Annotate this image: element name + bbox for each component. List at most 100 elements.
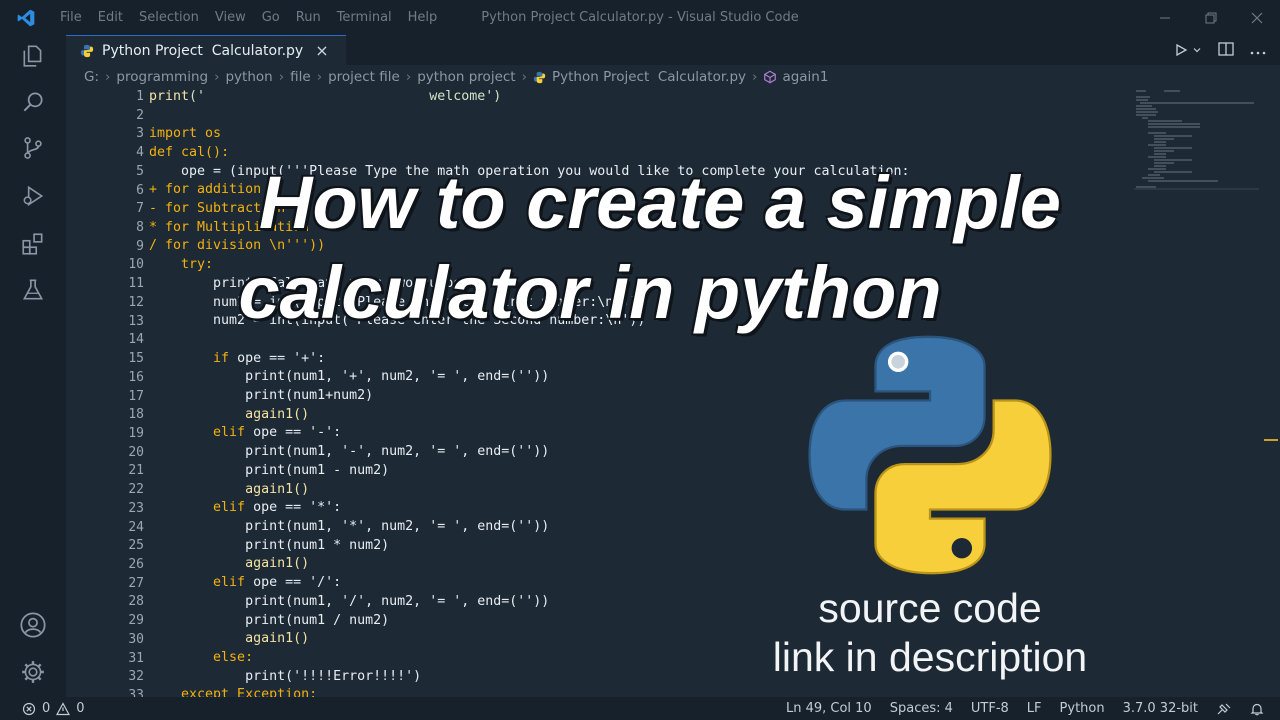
settings-gear-icon[interactable] <box>18 657 48 687</box>
line-number: 21 <box>128 463 144 479</box>
code-line: elif ope == '-': <box>149 425 342 440</box>
testing-icon[interactable] <box>18 275 48 305</box>
code-line: print(num1, '+', num2, '= ', end=('')) <box>149 369 550 384</box>
minimize-button[interactable] <box>1142 0 1188 35</box>
code-line: again1() <box>149 556 310 571</box>
line-number: 32 <box>128 669 144 685</box>
line-number: 19 <box>128 425 144 441</box>
account-icon[interactable] <box>18 610 48 640</box>
source-control-icon[interactable] <box>18 133 48 163</box>
code-line: elif ope == '*': <box>149 500 342 515</box>
line-number: 3 <box>136 126 144 142</box>
scrollbar-marker <box>1264 439 1278 441</box>
title-bar: File Edit Selection View Go Run Terminal… <box>0 0 1280 35</box>
indentation[interactable]: Spaces: 4 <box>890 701 953 716</box>
line-number: 1 <box>136 89 144 104</box>
code-line: except Exception: <box>149 687 318 697</box>
close-window-button[interactable] <box>1234 0 1280 35</box>
warning-count: 0 <box>76 701 85 716</box>
status-bar: 0 0 Ln 49, Col 10 Spaces: 4 UTF-8 LF Pyt… <box>0 697 1280 720</box>
menu-terminal[interactable]: Terminal <box>329 10 400 25</box>
minimize-icon <box>1160 17 1170 18</box>
end-of-line[interactable]: LF <box>1027 701 1042 716</box>
overlay-title-line2: calculator in python <box>238 251 942 334</box>
line-number: 33 <box>128 688 144 697</box>
symbol-method-icon <box>764 70 777 84</box>
search-icon[interactable] <box>18 87 48 117</box>
link-description-caption: link in description <box>772 634 1088 680</box>
line-number: 25 <box>128 538 144 554</box>
code-line: again1() <box>149 631 310 646</box>
extensions-icon[interactable] <box>18 229 48 259</box>
vscode-logo-icon <box>0 0 52 35</box>
menu-selection[interactable]: Selection <box>131 10 207 25</box>
menu-view[interactable]: View <box>207 10 254 25</box>
line-number: 2 <box>136 107 144 123</box>
run-icon[interactable] <box>1174 43 1202 57</box>
menu-file[interactable]: File <box>52 10 90 25</box>
restore-icon <box>1205 12 1217 23</box>
close-icon <box>1251 12 1263 23</box>
line-number: 22 <box>128 482 144 498</box>
code-line: again1() <box>149 407 310 422</box>
more-actions-icon[interactable] <box>1250 41 1266 60</box>
tab-close-button[interactable]: × <box>315 41 328 60</box>
line-number: 28 <box>128 594 144 610</box>
error-count: 0 <box>42 701 51 716</box>
python-file-icon <box>533 71 546 83</box>
breadcrumb-item[interactable]: G: <box>84 69 99 85</box>
line-number: 29 <box>128 613 144 629</box>
split-editor-icon[interactable] <box>1218 41 1234 60</box>
language-mode[interactable]: Python <box>1060 701 1105 716</box>
line-number: 16 <box>128 369 144 385</box>
breadcrumb-item[interactable]: python project <box>417 69 515 85</box>
python-logo-icon <box>808 335 1052 575</box>
warning-icon <box>56 701 71 715</box>
breadcrumb-item[interactable]: file <box>290 69 311 85</box>
line-number: 18 <box>128 407 144 423</box>
line-number: 30 <box>128 631 144 647</box>
breadcrumb-item[interactable]: python <box>225 69 272 85</box>
chevron-down-icon <box>1193 48 1201 53</box>
chevron-right-icon: › <box>105 69 111 85</box>
chevron-right-icon: › <box>316 69 323 85</box>
problems-indicator[interactable]: 0 0 <box>0 701 85 716</box>
menu-help[interactable]: Help <box>400 10 446 25</box>
overlay-title-line1: How to create a simple <box>259 161 1061 244</box>
activity-bar <box>0 35 66 697</box>
code-line: def cal(): <box>149 145 230 160</box>
line-number: 23 <box>128 500 144 516</box>
bell-icon[interactable] <box>1250 702 1264 716</box>
explorer-icon[interactable] <box>18 41 48 71</box>
restore-button[interactable] <box>1188 0 1234 35</box>
run-debug-icon[interactable] <box>18 181 48 211</box>
chevron-right-icon: › <box>278 69 285 85</box>
code-line: again1() <box>149 482 310 497</box>
menu-edit[interactable]: Edit <box>90 10 131 25</box>
code-line: print(num1 - num2) <box>149 463 390 478</box>
code-line: print(num1 * num2) <box>149 538 390 553</box>
breadcrumb-item[interactable]: project file <box>328 69 400 85</box>
code-line: import os <box>149 126 222 141</box>
cursor-position[interactable]: Ln 49, Col 10 <box>786 701 872 716</box>
menu-go[interactable]: Go <box>254 10 288 25</box>
file-encoding[interactable]: UTF-8 <box>971 701 1009 716</box>
menu-run[interactable]: Run <box>288 10 329 25</box>
feedback-icon[interactable] <box>1216 702 1232 716</box>
line-number: 4 <box>136 145 144 161</box>
chevron-right-icon: › <box>521 69 527 85</box>
menu-bar: File Edit Selection View Go Run Terminal… <box>52 0 445 35</box>
python-file-icon <box>80 44 94 57</box>
line-number: 27 <box>128 575 144 591</box>
breadcrumb-item[interactable]: programming <box>116 69 208 85</box>
tab-calculator-py[interactable]: Python Project Calculator.py × <box>66 35 346 65</box>
editor-actions <box>1174 35 1266 65</box>
code-line: print(num1+num2) <box>149 388 374 403</box>
breadcrumb-item[interactable]: Python Project Calculator.py <box>552 69 746 85</box>
breadcrumb: G: › programming › python › file › project f… <box>66 65 1280 89</box>
line-number: 6 <box>136 182 144 198</box>
chevron-right-icon: › <box>405 69 412 85</box>
code-line: elif ope == '/': <box>149 575 342 590</box>
breadcrumb-item[interactable]: again1 <box>782 69 828 85</box>
python-interpreter[interactable]: 3.7.0 32-bit <box>1123 701 1198 716</box>
